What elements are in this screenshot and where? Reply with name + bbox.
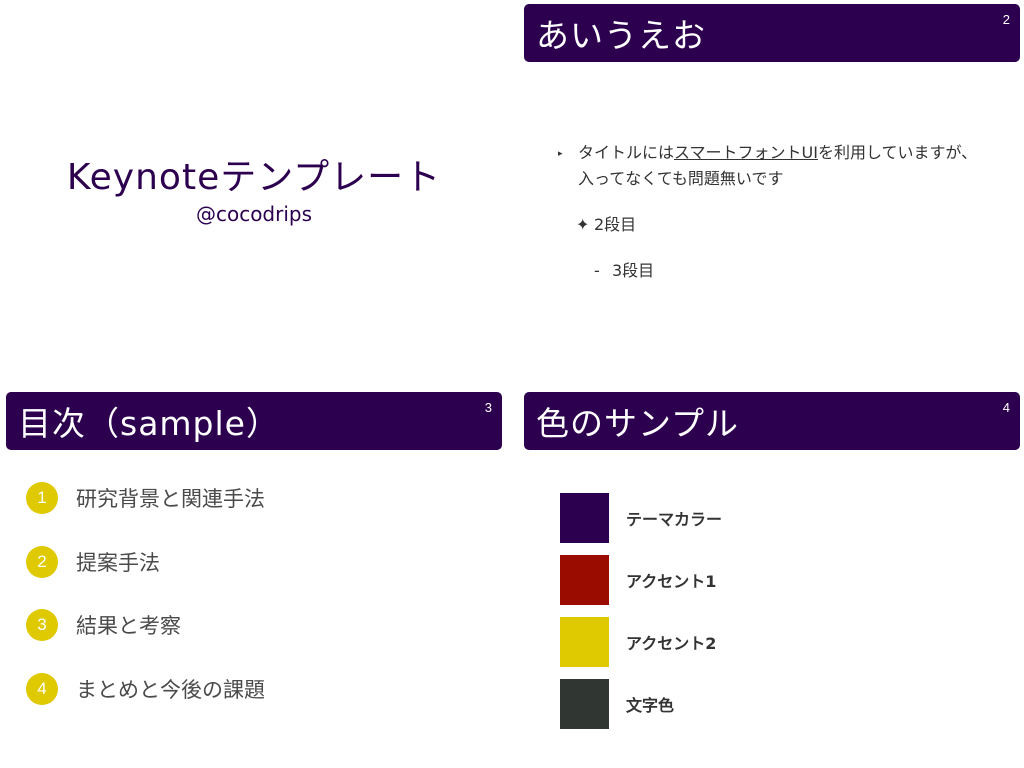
color-swatch-row: テーマカラー bbox=[560, 493, 722, 543]
color-swatch-row: アクセント1 bbox=[560, 555, 722, 605]
toc-label: 提案手法 bbox=[76, 550, 160, 575]
color-swatch-label: アクセント1 bbox=[626, 572, 717, 591]
toc-label: まとめと今後の課題 bbox=[76, 677, 265, 702]
toc-number-badge: 2 bbox=[26, 545, 58, 578]
slide-title-bar: 目次（sample） bbox=[6, 392, 502, 450]
slide-thumbnail-3[interactable]: 目次（sample） 3 1 研究背景と関連手法 2 提案手法 3 結果と考察 … bbox=[4, 392, 504, 760]
color-swatch bbox=[560, 617, 609, 667]
color-swatch-row: 文字色 bbox=[560, 679, 722, 729]
color-swatch-label: 文字色 bbox=[626, 696, 675, 715]
slide-number: 3 bbox=[484, 400, 492, 415]
slide-title-bar: 色のサンプル bbox=[524, 392, 1020, 450]
color-swatch-label: テーマカラー bbox=[626, 510, 723, 529]
toc-item: 1 研究背景と関連手法 bbox=[26, 482, 265, 514]
color-swatch-list: テーマカラー アクセント1 アクセント2 文字色 bbox=[560, 493, 722, 741]
slide-thumbnail-4[interactable]: 色のサンプル 4 テーマカラー アクセント1 アクセント2 文字色 bbox=[522, 392, 1022, 760]
slide-title: あいうえお bbox=[536, 16, 706, 55]
cover-author: @cocodrips bbox=[195, 202, 313, 226]
sparkle-bullet-icon: ✦ bbox=[576, 215, 590, 234]
bullet-level-3: - 3段目 bbox=[558, 258, 988, 284]
toc-item: 3 結果と考察 bbox=[26, 609, 265, 641]
slide-thumbnail-1[interactable]: Keynoteテンプレート @cocodrips bbox=[4, 4, 504, 372]
triangle-bullet-icon: ▸ bbox=[558, 149, 563, 159]
bullet-level-1: ▸ タイトルにはスマートフォントUIを利用していますが、入ってなくても問題無いで… bbox=[558, 140, 988, 192]
bullet-text: 2段目 bbox=[594, 215, 637, 234]
bullet-link-text[interactable]: スマートフォントUI bbox=[674, 143, 818, 162]
slide-title: 色のサンプル bbox=[536, 404, 740, 443]
color-swatch-row: アクセント2 bbox=[560, 617, 722, 667]
bullet-level-2: ✦ 2段目 bbox=[558, 212, 988, 238]
toc-label: 結果と考察 bbox=[76, 614, 181, 638]
bullet-text: 3段目 bbox=[612, 261, 655, 280]
bullet-list: ▸ タイトルにはスマートフォントUIを利用していますが、入ってなくても問題無いで… bbox=[558, 140, 988, 284]
toc-number-badge: 3 bbox=[26, 609, 58, 641]
toc-number-badge: 4 bbox=[26, 672, 58, 705]
toc-list: 1 研究背景と関連手法 2 提案手法 3 結果と考察 4 まとめと今後の課題 bbox=[26, 482, 265, 736]
slide-thumbnail-2[interactable]: あいうえお 2 ▸ タイトルにはスマートフォントUIを利用していますが、入ってな… bbox=[522, 4, 1022, 372]
dash-bullet-icon: - bbox=[594, 261, 600, 280]
color-swatch bbox=[560, 555, 609, 605]
slide-grid: Keynoteテンプレート @cocodrips あいうえお 2 ▸ タイトルに… bbox=[0, 0, 1024, 768]
bullet-text-prefix: タイトルには bbox=[578, 143, 675, 162]
toc-item: 2 提案手法 bbox=[26, 545, 265, 578]
toc-label: 研究背景と関連手法 bbox=[76, 487, 265, 511]
toc-number-badge: 1 bbox=[26, 482, 58, 514]
toc-item: 4 まとめと今後の課題 bbox=[26, 672, 265, 705]
slide-number: 4 bbox=[1002, 400, 1010, 415]
slide-title: 目次（sample） bbox=[18, 404, 280, 443]
color-swatch-label: アクセント2 bbox=[626, 634, 717, 653]
slide-title-bar: あいうえお bbox=[524, 4, 1020, 62]
cover-title: Keynoteテンプレート bbox=[66, 157, 442, 198]
color-swatch bbox=[560, 493, 609, 543]
color-swatch bbox=[560, 679, 609, 729]
slide-number: 2 bbox=[1002, 12, 1010, 27]
